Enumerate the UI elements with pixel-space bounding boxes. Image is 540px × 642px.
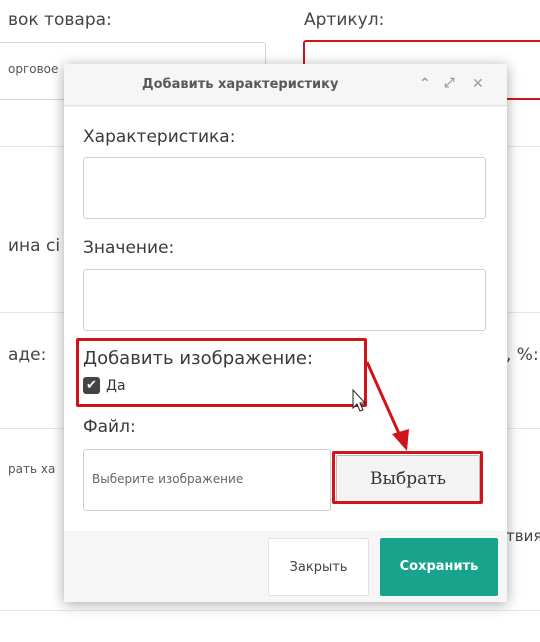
arrow-icon <box>365 361 409 451</box>
mouse-cursor-icon <box>352 388 367 412</box>
annotation-overlay <box>352 361 409 451</box>
